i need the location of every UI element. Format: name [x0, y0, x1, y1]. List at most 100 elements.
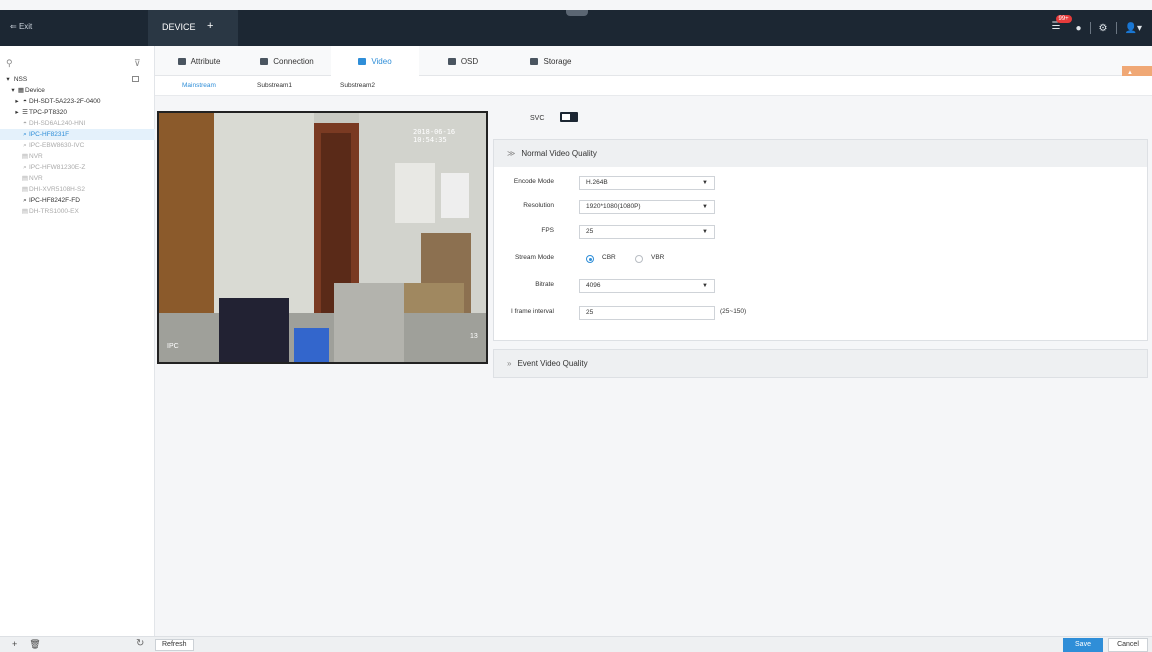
cbr-radio[interactable]: [586, 255, 594, 263]
iframe-input[interactable]: 25: [579, 306, 715, 320]
search-input[interactable]: ⚲: [6, 58, 126, 72]
vbr-label[interactable]: VBR: [651, 254, 664, 261]
tree-item[interactable]: ▤NVR: [0, 151, 155, 162]
video-preview[interactable]: 2018-06-16 10:54:35 IPC 13: [157, 111, 488, 364]
encode-mode-label: Encode Mode: [513, 178, 554, 185]
input-value: 25: [586, 309, 594, 316]
vbr-radio[interactable]: [635, 255, 643, 263]
tree-item-selected[interactable]: ⌕ IPC-HF8231F: [0, 129, 155, 140]
dome-camera-icon: ◓: [23, 120, 27, 127]
storage-icon: [530, 57, 539, 65]
tree-item[interactable]: ⌕ IPC-EBW8630-IVC: [0, 140, 155, 151]
search-icon: ⚲: [6, 58, 13, 68]
alarm-list-icon[interactable]: ☰ 99+: [1052, 15, 1072, 35]
resolution-row: Resolution 1920*1080(1080P) ▼: [494, 200, 1149, 214]
bitrate-row: Bitrate 4096 ▼: [494, 279, 1149, 293]
select-value: 1920*1080(1080P): [586, 203, 641, 210]
dome-camera-icon: ◓: [23, 98, 27, 105]
tree-item[interactable]: ▤NVR: [0, 173, 155, 184]
tab-attribute[interactable]: Attribute: [155, 46, 243, 76]
tab-video[interactable]: Video: [331, 46, 419, 76]
tree-item-label: TPC-PT8320: [29, 109, 67, 116]
delete-icon[interactable]: 🗑: [29, 639, 40, 650]
device-group-icon: ▦: [17, 87, 25, 94]
dropdown-arrow-icon: ▼: [702, 229, 708, 235]
connection-icon: [260, 57, 269, 65]
stream-mode-label: Stream Mode: [514, 254, 554, 261]
refresh-tree-icon[interactable]: ↻: [136, 638, 144, 649]
panel-title: Event Video Quality: [517, 359, 588, 368]
filter-icon[interactable]: ⊽: [134, 58, 141, 69]
chevron-right-icon: »: [507, 359, 512, 368]
tree-item-label: DH-SD6AL240-HNI: [29, 120, 86, 127]
video-timestamp: 2018-06-16 10:54:35: [413, 128, 456, 144]
exit-button[interactable]: ⇐ Exit: [10, 22, 32, 31]
select-value: 4096: [586, 282, 601, 289]
tree-item[interactable]: ◓ DH-SD6AL240-HNI: [0, 118, 155, 129]
iframe-range: (25~150): [720, 308, 747, 315]
caret-down-icon: ▾: [11, 87, 15, 94]
tree-item-label: IPC-EBW8630-IVC: [29, 142, 85, 149]
tab-osd[interactable]: OSD: [419, 46, 507, 76]
tree-item-label: DH-SDT-5A223-2F-0400: [29, 98, 101, 105]
event-quality-header[interactable]: » Event Video Quality: [494, 350, 1147, 377]
save-button[interactable]: Save: [1063, 638, 1103, 652]
device-sidebar: ⚲ ⊽ ▾ NSS ▾ ▦Device ▸ ◓ DH-SDT-5A223-2F-040…: [0, 46, 155, 636]
bitrate-label: Bitrate: [535, 281, 554, 288]
bullet-camera-icon: ⌕: [23, 197, 27, 204]
server-icon: ▤: [21, 208, 29, 215]
video-osd-name: IPC: [167, 343, 179, 350]
event-quality-panel: » Event Video Quality: [493, 349, 1148, 378]
tree-item[interactable]: ▸ ☰TPC-PT8320: [0, 107, 155, 118]
tab-connection[interactable]: Connection: [243, 46, 331, 76]
fps-select[interactable]: 25 ▼: [579, 225, 715, 239]
toggle-knob: [562, 114, 570, 120]
divider: [1089, 22, 1091, 34]
tab-label: Storage: [543, 56, 572, 66]
nvr-icon: ▤: [21, 153, 29, 160]
panel-title: Normal Video Quality: [521, 149, 597, 158]
tree-item[interactable]: ▤DHI-XVR5108H-S2: [0, 184, 155, 195]
nvr-icon: ▤: [21, 175, 29, 182]
select-value: H.264B: [586, 179, 608, 186]
subtab-substream1[interactable]: Substream1: [257, 82, 292, 89]
bottom-bar: + 🗑 ↻ Refresh Save Cancel: [0, 636, 1152, 652]
bitrate-select[interactable]: 4096 ▼: [579, 279, 715, 293]
collapse-handle[interactable]: [566, 10, 588, 16]
refresh-button[interactable]: Refresh: [155, 639, 194, 651]
svc-toggle[interactable]: [560, 112, 578, 122]
collapse-icon[interactable]: [132, 76, 139, 82]
tree-group-device[interactable]: ▾ ▦Device: [0, 85, 155, 96]
tree-item-label: NVR: [29, 153, 43, 160]
chevron-down-icon: ≫: [507, 149, 516, 158]
tree-item[interactable]: ▤DH-TRS1000-EX: [0, 206, 155, 217]
cbr-label[interactable]: CBR: [602, 254, 616, 261]
tree-item[interactable]: ⌕ IPC-HFW81230E-Z: [0, 162, 155, 173]
device-tab-label: DEVICE: [162, 22, 196, 32]
device-tab[interactable]: DEVICE +: [148, 10, 238, 46]
normal-quality-header[interactable]: ≫ Normal Video Quality: [494, 140, 1147, 167]
gear-icon[interactable]: ⚙: [1099, 23, 1108, 34]
dropdown-arrow-icon: ▼: [702, 204, 708, 210]
add-tab-button[interactable]: +: [207, 20, 213, 32]
add-icon[interactable]: +: [12, 639, 17, 650]
subtab-mainstream[interactable]: Mainstream: [182, 82, 216, 89]
globe-icon[interactable]: ●: [1076, 23, 1082, 34]
cancel-button[interactable]: Cancel: [1108, 638, 1148, 652]
user-icon[interactable]: 👤▾: [1125, 23, 1142, 34]
tab-label: Connection: [273, 56, 314, 66]
select-value: 25: [586, 228, 594, 235]
tab-label: OSD: [460, 56, 479, 66]
tab-storage[interactable]: Storage: [507, 46, 595, 76]
encode-mode-select[interactable]: H.264B ▼: [579, 176, 715, 190]
tree-root[interactable]: ▾ NSS: [0, 74, 155, 85]
resolution-select[interactable]: 1920*1080(1080P) ▼: [579, 200, 715, 214]
tree-item[interactable]: ⌕ IPC-HF8242F-FD: [0, 195, 155, 206]
tree-item[interactable]: ▸ ◓ DH-SDT-5A223-2F-0400: [0, 96, 155, 107]
tree-root-label: NSS: [13, 76, 28, 83]
topbar-tools: ☰ 99+ ● ⚙ 👤▾: [1052, 15, 1142, 36]
alarm-badge: 99+: [1055, 15, 1072, 23]
tree-item-label: DH-TRS1000-EX: [29, 208, 79, 215]
subtab-substream2[interactable]: Substream2: [340, 82, 375, 89]
tab-label: Video: [371, 56, 392, 66]
